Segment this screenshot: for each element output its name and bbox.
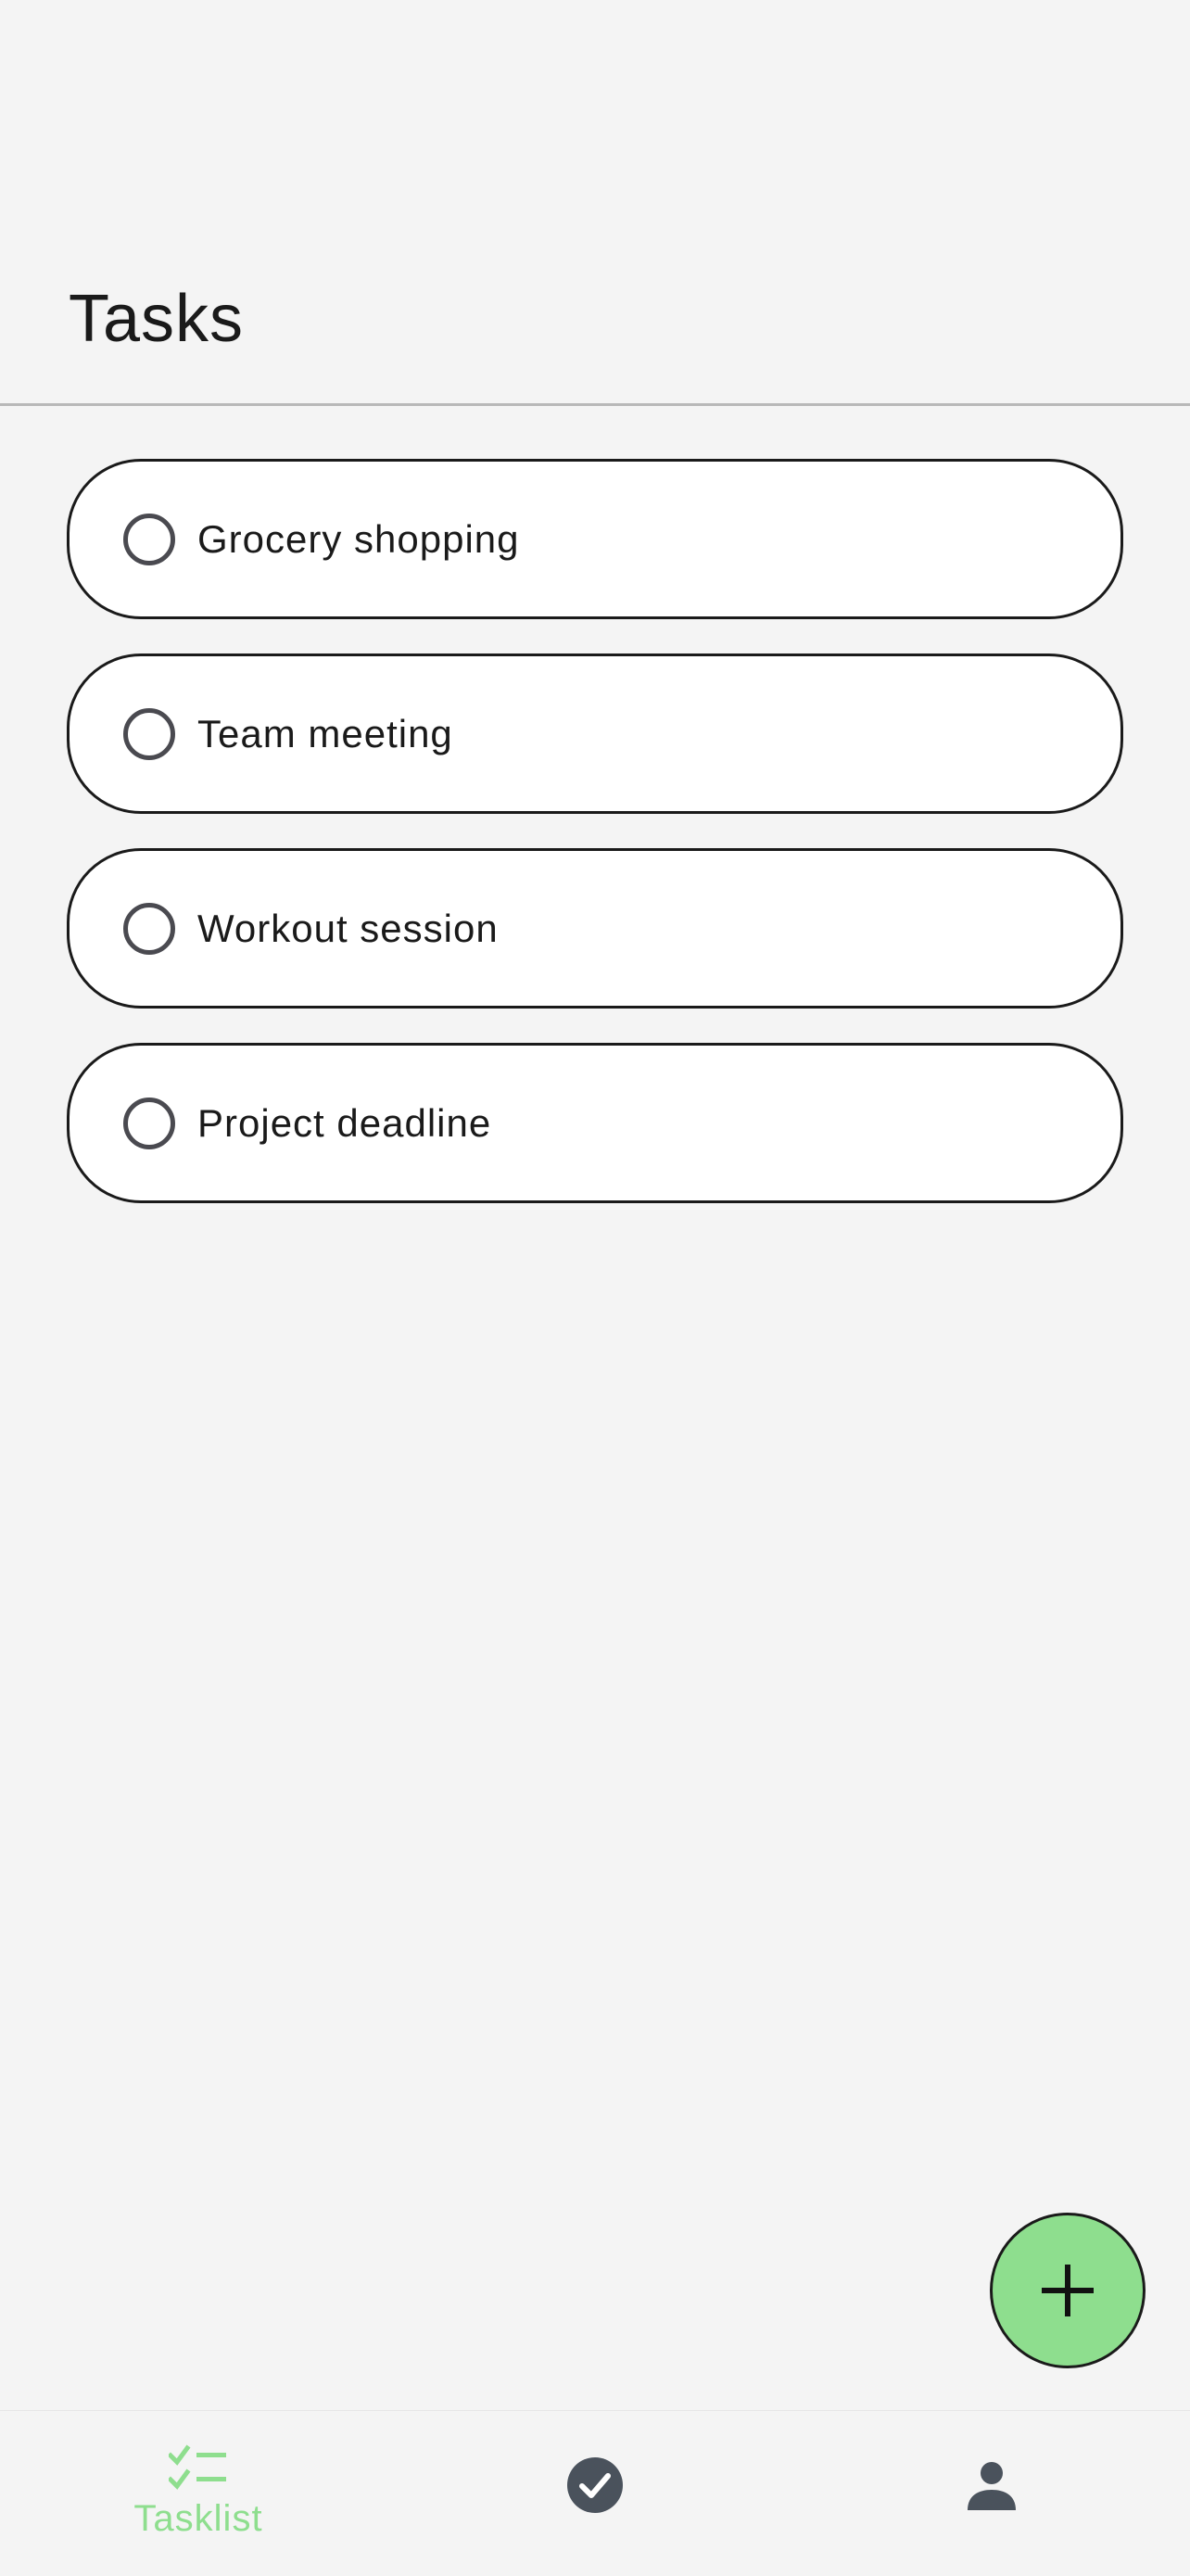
- task-item[interactable]: Workout session: [67, 848, 1123, 1009]
- add-task-button[interactable]: [990, 2213, 1146, 2368]
- task-checkbox[interactable]: [123, 1097, 175, 1149]
- bottom-nav: Tasklist: [0, 2410, 1190, 2575]
- task-checkbox[interactable]: [123, 707, 175, 760]
- nav-item-profile[interactable]: [853, 2411, 1131, 2576]
- task-item[interactable]: Team meeting: [67, 654, 1123, 814]
- nav-label-tasklist: Tasklist: [133, 2498, 263, 2539]
- checklist-icon: [169, 2444, 226, 2490]
- nav-item-tasklist[interactable]: Tasklist: [59, 2411, 337, 2576]
- app-root: Tasks Grocery shopping Team meeting Work…: [0, 0, 1190, 2575]
- check-circle-icon: [567, 2457, 623, 2513]
- task-label: Workout session: [197, 906, 499, 950]
- nav-item-completed[interactable]: [456, 2411, 734, 2576]
- task-item[interactable]: Project deadline: [67, 1043, 1123, 1203]
- task-list: Grocery shopping Team meeting Workout se…: [67, 459, 1123, 1237]
- task-label: Grocery shopping: [197, 516, 520, 561]
- person-icon: [968, 2462, 1016, 2510]
- task-checkbox[interactable]: [123, 902, 175, 955]
- task-label: Project deadline: [197, 1100, 492, 1145]
- header: Tasks: [0, 0, 1190, 406]
- task-checkbox[interactable]: [123, 513, 175, 565]
- task-item[interactable]: Grocery shopping: [67, 459, 1123, 619]
- task-label: Team meeting: [197, 711, 453, 755]
- page-title: Tasks: [69, 282, 245, 356]
- plus-icon: [1042, 2265, 1094, 2316]
